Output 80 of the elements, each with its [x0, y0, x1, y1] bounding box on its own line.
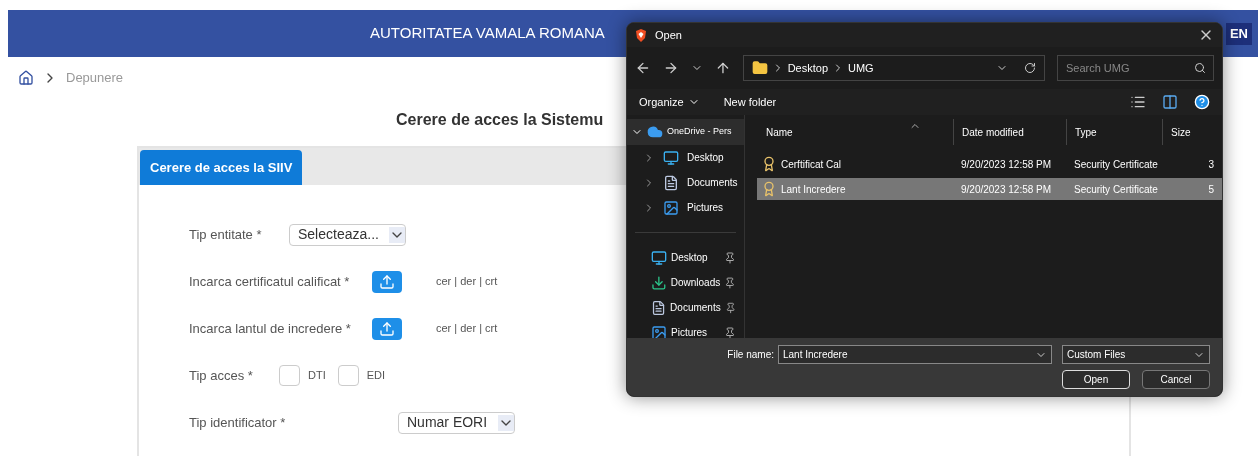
dialog-button[interactable]: Cancel: [1142, 370, 1210, 389]
page-title: Cerere de acces la Sistemu: [396, 110, 604, 130]
file-row[interactable]: Cerftificat Cal 9/20/2023 12:58 PM Security Certificate 3: [757, 153, 1222, 175]
search-icon: [1194, 62, 1206, 74]
column-header[interactable]: Name: [757, 119, 953, 145]
tree-item[interactable]: Desktop: [627, 145, 744, 170]
quick-access-item[interactable]: Downloads: [627, 270, 744, 295]
file-name-field[interactable]: Lant Incredere: [778, 345, 1052, 364]
quick-access-item[interactable]: Desktop: [627, 245, 744, 270]
select-field[interactable]: Numar EORI: [398, 411, 515, 434]
file-types-hint: cer | der | crt: [436, 321, 498, 337]
pin-icon: [724, 301, 736, 314]
path-segment[interactable]: UMG: [848, 59, 874, 77]
home-icon[interactable]: [18, 70, 34, 86]
file-name: Lant Incredere: [781, 182, 846, 197]
help-icon[interactable]: [1194, 94, 1210, 110]
checkbox[interactable]: [279, 365, 300, 386]
pin-icon: [724, 326, 736, 339]
toolbar-button[interactable]: Organize: [639, 93, 700, 111]
tree-item[interactable]: Pictures: [627, 195, 744, 220]
chevron-down-icon: [389, 226, 405, 243]
select-field[interactable]: Selecteaza...: [289, 223, 406, 246]
file-date: 9/20/2023 12:58 PM: [960, 157, 1053, 172]
file-size: 3: [1207, 157, 1215, 172]
tree-item[interactable]: Documents: [627, 170, 744, 195]
pin-icon: [724, 251, 736, 264]
file-row[interactable]: Lant Incredere 9/20/2023 12:58 PM Security Certificate 5: [757, 178, 1222, 200]
field-label: Incarca certificatul calificat *: [189, 272, 351, 291]
desktop-icon: [651, 249, 667, 266]
checkbox-label: DTI: [308, 368, 326, 384]
field-label: Tip identificator *: [189, 413, 287, 432]
folder-icon: [751, 60, 768, 76]
certificate-icon: [761, 156, 777, 172]
download-icon: [651, 274, 667, 291]
desktop-icon: [663, 149, 679, 166]
shield-icon: [635, 28, 647, 42]
field-label: Tip entitate *: [189, 225, 263, 244]
view-icon[interactable]: [1130, 94, 1146, 110]
file-name: Cerftificat Cal: [781, 157, 841, 172]
preview-pane-icon[interactable]: [1162, 94, 1178, 110]
certificate-icon: [761, 181, 777, 197]
tab[interactable]: Cerere de acces la SIIV: [140, 150, 303, 185]
header-title: AUTORITATEA VAMALA ROMANA: [370, 23, 605, 44]
pictures-icon: [663, 199, 679, 216]
quick-access-item[interactable]: Documents: [627, 295, 744, 320]
cloud-icon: [647, 124, 663, 140]
document-icon: [663, 174, 679, 191]
file-type: Security Certificate: [1073, 182, 1159, 197]
chevron-down-icon: [498, 414, 514, 431]
upload-button[interactable]: [372, 317, 402, 340]
refresh-icon[interactable]: [1023, 62, 1036, 74]
back-icon[interactable]: [635, 60, 651, 76]
dialog-title: Open: [655, 27, 682, 43]
file-type: Security Certificate: [1073, 157, 1159, 172]
pictures-icon: [651, 324, 667, 341]
file-name-label: File name:: [727, 348, 774, 362]
upload-icon: [379, 320, 395, 337]
column-header[interactable]: Date modified: [953, 119, 1066, 145]
file-size: 5: [1207, 182, 1215, 197]
checkbox[interactable]: [337, 365, 359, 386]
quick-access-item[interactable]: Pictures: [627, 320, 744, 345]
upload-icon: [379, 273, 395, 290]
field-label: Tip acces *: [189, 366, 254, 385]
address-bar[interactable]: Desktop UMG: [742, 55, 1045, 81]
pin-icon: [724, 276, 736, 289]
path-segment[interactable]: Desktop: [787, 59, 828, 77]
search-field[interactable]: Search UMG: [1056, 55, 1214, 81]
toolbar-button[interactable]: New folder: [723, 93, 777, 111]
tree-item[interactable]: OneDrive - Pers: [627, 119, 744, 145]
file-types-hint: cer | der | crt: [436, 274, 498, 290]
column-header[interactable]: Size: [1162, 119, 1199, 145]
column-header[interactable]: Type: [1066, 119, 1162, 145]
language-button[interactable]: EN: [1225, 22, 1252, 45]
upload-button[interactable]: [372, 270, 402, 293]
checkbox-label: EDI: [366, 368, 386, 384]
document-icon: [651, 299, 667, 316]
field-label: Incarca lantul de incredere *: [189, 319, 352, 338]
dialog-button[interactable]: Open: [1062, 370, 1130, 389]
file-date: 9/20/2023 12:58 PM: [960, 182, 1053, 197]
file-type-select[interactable]: Custom Files: [1062, 345, 1210, 364]
